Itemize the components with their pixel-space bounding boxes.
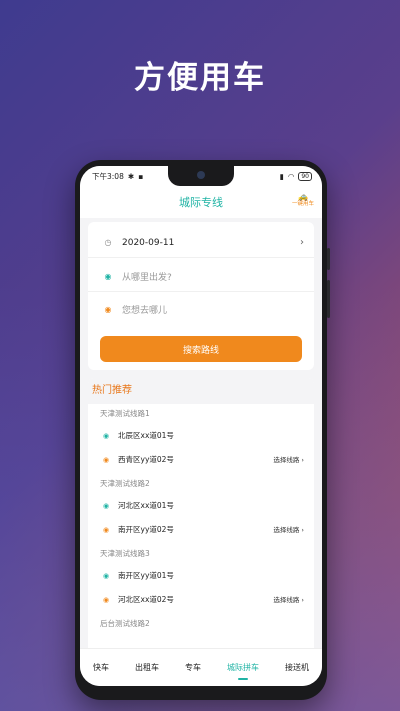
route-origin: ◉ 北辰区xx道01号 (100, 430, 174, 441)
phone-screen: 下午3:08 ✱ ▪ ▮ ◠ 90 城际专线 🚕 一键用车 ◷ 2020-09-… (80, 166, 322, 686)
choose-route-label: 选择线路 (273, 526, 300, 534)
search-route-button[interactable]: 搜索路线 (100, 336, 302, 362)
quick-ride-label: 一键用车 (291, 201, 314, 207)
page-title: 城际专线 (179, 196, 223, 209)
phone-frame: 下午3:08 ✱ ▪ ▮ ◠ 90 城际专线 🚕 一键用车 ◷ 2020-09-… (75, 160, 330, 700)
date-picker[interactable]: ◷ 2020-09-11 › (88, 228, 314, 258)
origin-dot-icon: ◉ (104, 272, 112, 281)
hero-title: 方便用车 (134, 60, 266, 96)
choose-route-link[interactable]: 选择线路 › (273, 594, 304, 604)
choose-route-link[interactable]: 选择线路 › (273, 454, 304, 464)
route-destination: ◉ 西青区yy道02号 (100, 454, 174, 465)
quick-ride-button[interactable]: 🚕 一键用车 (292, 193, 314, 208)
notification-icon: ▪ (138, 171, 144, 181)
origin-dot-icon: ◉ (102, 431, 110, 440)
clock-icon: ◷ (104, 238, 112, 247)
route-origin: ◉ 河北区xx道01号 (100, 500, 174, 511)
destination-text: 西青区yy道02号 (118, 455, 174, 464)
destination-text: 河北区xx道02号 (118, 595, 174, 604)
section-title: 热门推荐 (88, 378, 314, 404)
bluetooth-icon: ✱ (127, 171, 135, 181)
destination-dot-icon: ◉ (102, 455, 110, 464)
destination-text: 南开区yy道02号 (118, 525, 174, 534)
from-placeholder: 从哪里出发? (122, 273, 172, 283)
notch (168, 166, 234, 186)
choose-route-label: 选择线路 (273, 456, 300, 464)
origin-text: 北辰区xx道01号 (118, 431, 174, 440)
destination-dot-icon: ◉ (102, 595, 110, 604)
origin-text: 南开区yy道01号 (118, 571, 174, 580)
route-destination: ◉ 河北区xx道02号 (100, 594, 174, 605)
hot-recommendations: 热门推荐 天津测试线路1 ◉ 北辰区xx道01号 ◉ 西青区yy道02号 选择线路 … (88, 378, 314, 648)
origin-text: 河北区xx道01号 (118, 501, 174, 510)
route-destination: ◉ 南开区yy道02号 (100, 524, 174, 535)
signal-icon: ▮ (279, 171, 284, 181)
wifi-icon: ◠ (287, 171, 295, 181)
tab-express[interactable]: 快车 (89, 662, 113, 673)
route-name: 后台测试线路2 (100, 619, 150, 628)
route-name: 天津测试线路3 (100, 549, 150, 558)
origin-dot-icon: ◉ (102, 571, 110, 580)
tab-premium[interactable]: 专车 (181, 662, 205, 673)
origin-dot-icon: ◉ (102, 501, 110, 510)
chevron-right-icon: › (300, 237, 304, 248)
date-value: 2020-09-11 (122, 237, 175, 248)
search-card: ◷ 2020-09-11 › ◉ 从哪里出发? ◉ 您想去哪儿 搜索路线 (88, 222, 314, 370)
choose-route-label: 选择线路 (273, 596, 300, 604)
destination-dot-icon: ◉ (102, 525, 110, 534)
car-icon: 🚕 (298, 192, 308, 201)
route-name: 天津测试线路1 (100, 409, 150, 418)
bottom-tab-bar: 快车 出租车 专车 城际拼车 接送机 (80, 648, 322, 686)
camera-icon (197, 171, 205, 179)
volume-button (327, 280, 330, 318)
choose-route-link[interactable]: 选择线路 › (273, 524, 304, 534)
app-header: 城际专线 🚕 一键用车 (80, 186, 322, 218)
to-field[interactable]: ◉ 您想去哪儿 (88, 294, 314, 324)
from-field[interactable]: ◉ 从哪里出发? (88, 262, 314, 292)
destination-dot-icon: ◉ (104, 304, 112, 314)
battery-indicator: 90 (298, 171, 312, 181)
route-origin: ◉ 南开区yy道01号 (100, 570, 174, 581)
tab-taxi[interactable]: 出租车 (131, 662, 163, 673)
to-placeholder: 您想去哪儿 (122, 305, 168, 316)
route-name: 天津测试线路2 (100, 479, 150, 488)
status-time: 下午3:08 (92, 171, 124, 181)
power-button (327, 248, 330, 270)
tab-intercity-carpool[interactable]: 城际拼车 (223, 662, 263, 680)
tab-airport-transfer[interactable]: 接送机 (281, 662, 313, 673)
